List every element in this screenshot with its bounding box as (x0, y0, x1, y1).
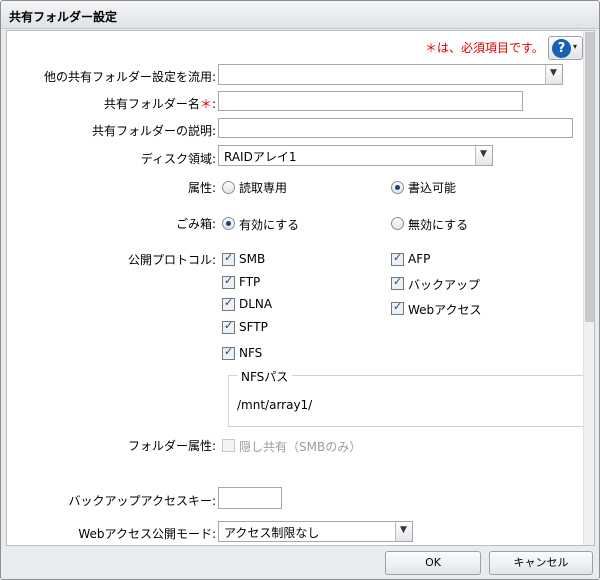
dropdown-button[interactable]: ▼ (395, 522, 412, 541)
dropdown-button[interactable]: ▼ (475, 146, 492, 165)
afp-checkbox[interactable] (391, 251, 404, 266)
ok-button[interactable]: OK (385, 551, 481, 575)
chevron-down-icon: ▾ (573, 42, 578, 51)
nfs-label: NFS (239, 346, 263, 360)
web-access-mode-select[interactable]: アクセス制限なし ▼ (218, 521, 413, 542)
web-access-mode-label: Webアクセス公開モード: (78, 527, 216, 541)
help-button[interactable]: ? ▾ (548, 36, 583, 60)
backup-checkbox[interactable] (391, 275, 404, 290)
backup-access-key-label: バックアップアクセスキー: (68, 494, 216, 508)
vertical-scrollbar[interactable] (583, 31, 594, 545)
afp-label: AFP (408, 252, 431, 266)
folder-name-input[interactable] (218, 91, 523, 111)
writable-option-label: 書込可能 (408, 181, 457, 195)
web-access-mode-value: アクセス制限なし (224, 526, 320, 540)
read-only-option-label: 読取専用 (239, 181, 288, 195)
dialog-footer: OK キャンセル (1, 547, 599, 579)
cancel-button[interactable]: キャンセル (489, 551, 593, 575)
sftp-label: SFTP (239, 320, 268, 334)
hidden-share-label: 隠し共有（SMBのみ） (239, 440, 362, 454)
folder-attribute-label: フォルダー属性: (127, 439, 216, 453)
folder-description-input[interactable] (218, 118, 573, 138)
trash-disable-radio[interactable] (391, 217, 404, 230)
shared-folder-settings-dialog: 共有フォルダー設定 ＊は、必須項目です。 ? ▾ 他の共有フォルダー設定を流用:… (0, 0, 600, 580)
chevron-down-icon: ▼ (550, 68, 557, 78)
trash-enable-radio[interactable] (222, 217, 235, 230)
sftp-checkbox[interactable] (222, 319, 235, 334)
nfs-path-group: NFSパス /mnt/array1/ (228, 368, 588, 427)
disk-area-select[interactable]: RAIDアレイ1 ▼ (218, 145, 493, 166)
disk-area-label: ディスク領域: (140, 152, 216, 166)
folder-name-label-text: 共有フォルダー名 (103, 97, 200, 111)
web-access-label: Webアクセス (408, 303, 482, 317)
dlna-checkbox[interactable] (222, 296, 235, 311)
copy-settings-select[interactable]: ▼ (218, 64, 563, 85)
nfs-path-value: /mnt/array1/ (237, 398, 313, 412)
nfs-path-legend: NFSパス (237, 368, 293, 385)
copy-settings-label: 他の共有フォルダー設定を流用: (43, 70, 216, 84)
folder-name-label: 共有フォルダー名＊: (104, 95, 216, 112)
smb-checkbox[interactable] (222, 251, 235, 266)
hidden-share-checkbox[interactable] (222, 439, 235, 452)
smb-label: SMB (239, 252, 266, 266)
chevron-down-icon: ▼ (480, 149, 487, 159)
dialog-title: 共有フォルダー設定 (9, 10, 118, 24)
trash-enable-option-label: 有効にする (239, 218, 300, 232)
attribute-label: 属性: (187, 181, 216, 195)
backup-label: バックアップ (408, 278, 481, 292)
required-notice: ＊は、必須項目です。 (425, 41, 544, 55)
trash-label: ごみ箱: (175, 217, 216, 231)
protocol-label: 公開プロトコル: (127, 253, 216, 267)
nfs-checkbox[interactable] (222, 345, 235, 360)
scrollbar-thumb[interactable] (585, 32, 594, 322)
chevron-down-icon: ▼ (400, 525, 407, 535)
dlna-label: DLNA (239, 297, 273, 311)
label-colon: : (211, 97, 216, 111)
folder-description-label: 共有フォルダーの説明: (91, 124, 216, 138)
disk-area-value: RAIDアレイ1 (224, 150, 297, 164)
trash-disable-option-label: 無効にする (408, 218, 469, 232)
web-access-checkbox[interactable] (391, 300, 404, 315)
ftp-checkbox[interactable] (222, 274, 235, 289)
dialog-titlebar: 共有フォルダー設定 (1, 1, 599, 29)
writable-radio[interactable] (391, 181, 404, 194)
read-only-radio[interactable] (222, 181, 235, 194)
backup-access-key-input[interactable] (218, 487, 282, 509)
dialog-body: ＊は、必須項目です。 ? ▾ 他の共有フォルダー設定を流用: ▼ 共有フォルダー… (6, 30, 595, 546)
help-icon: ? (552, 39, 571, 58)
required-mark: ＊ (199, 97, 212, 111)
ftp-label: FTP (239, 275, 261, 289)
dropdown-button[interactable]: ▼ (545, 65, 562, 84)
